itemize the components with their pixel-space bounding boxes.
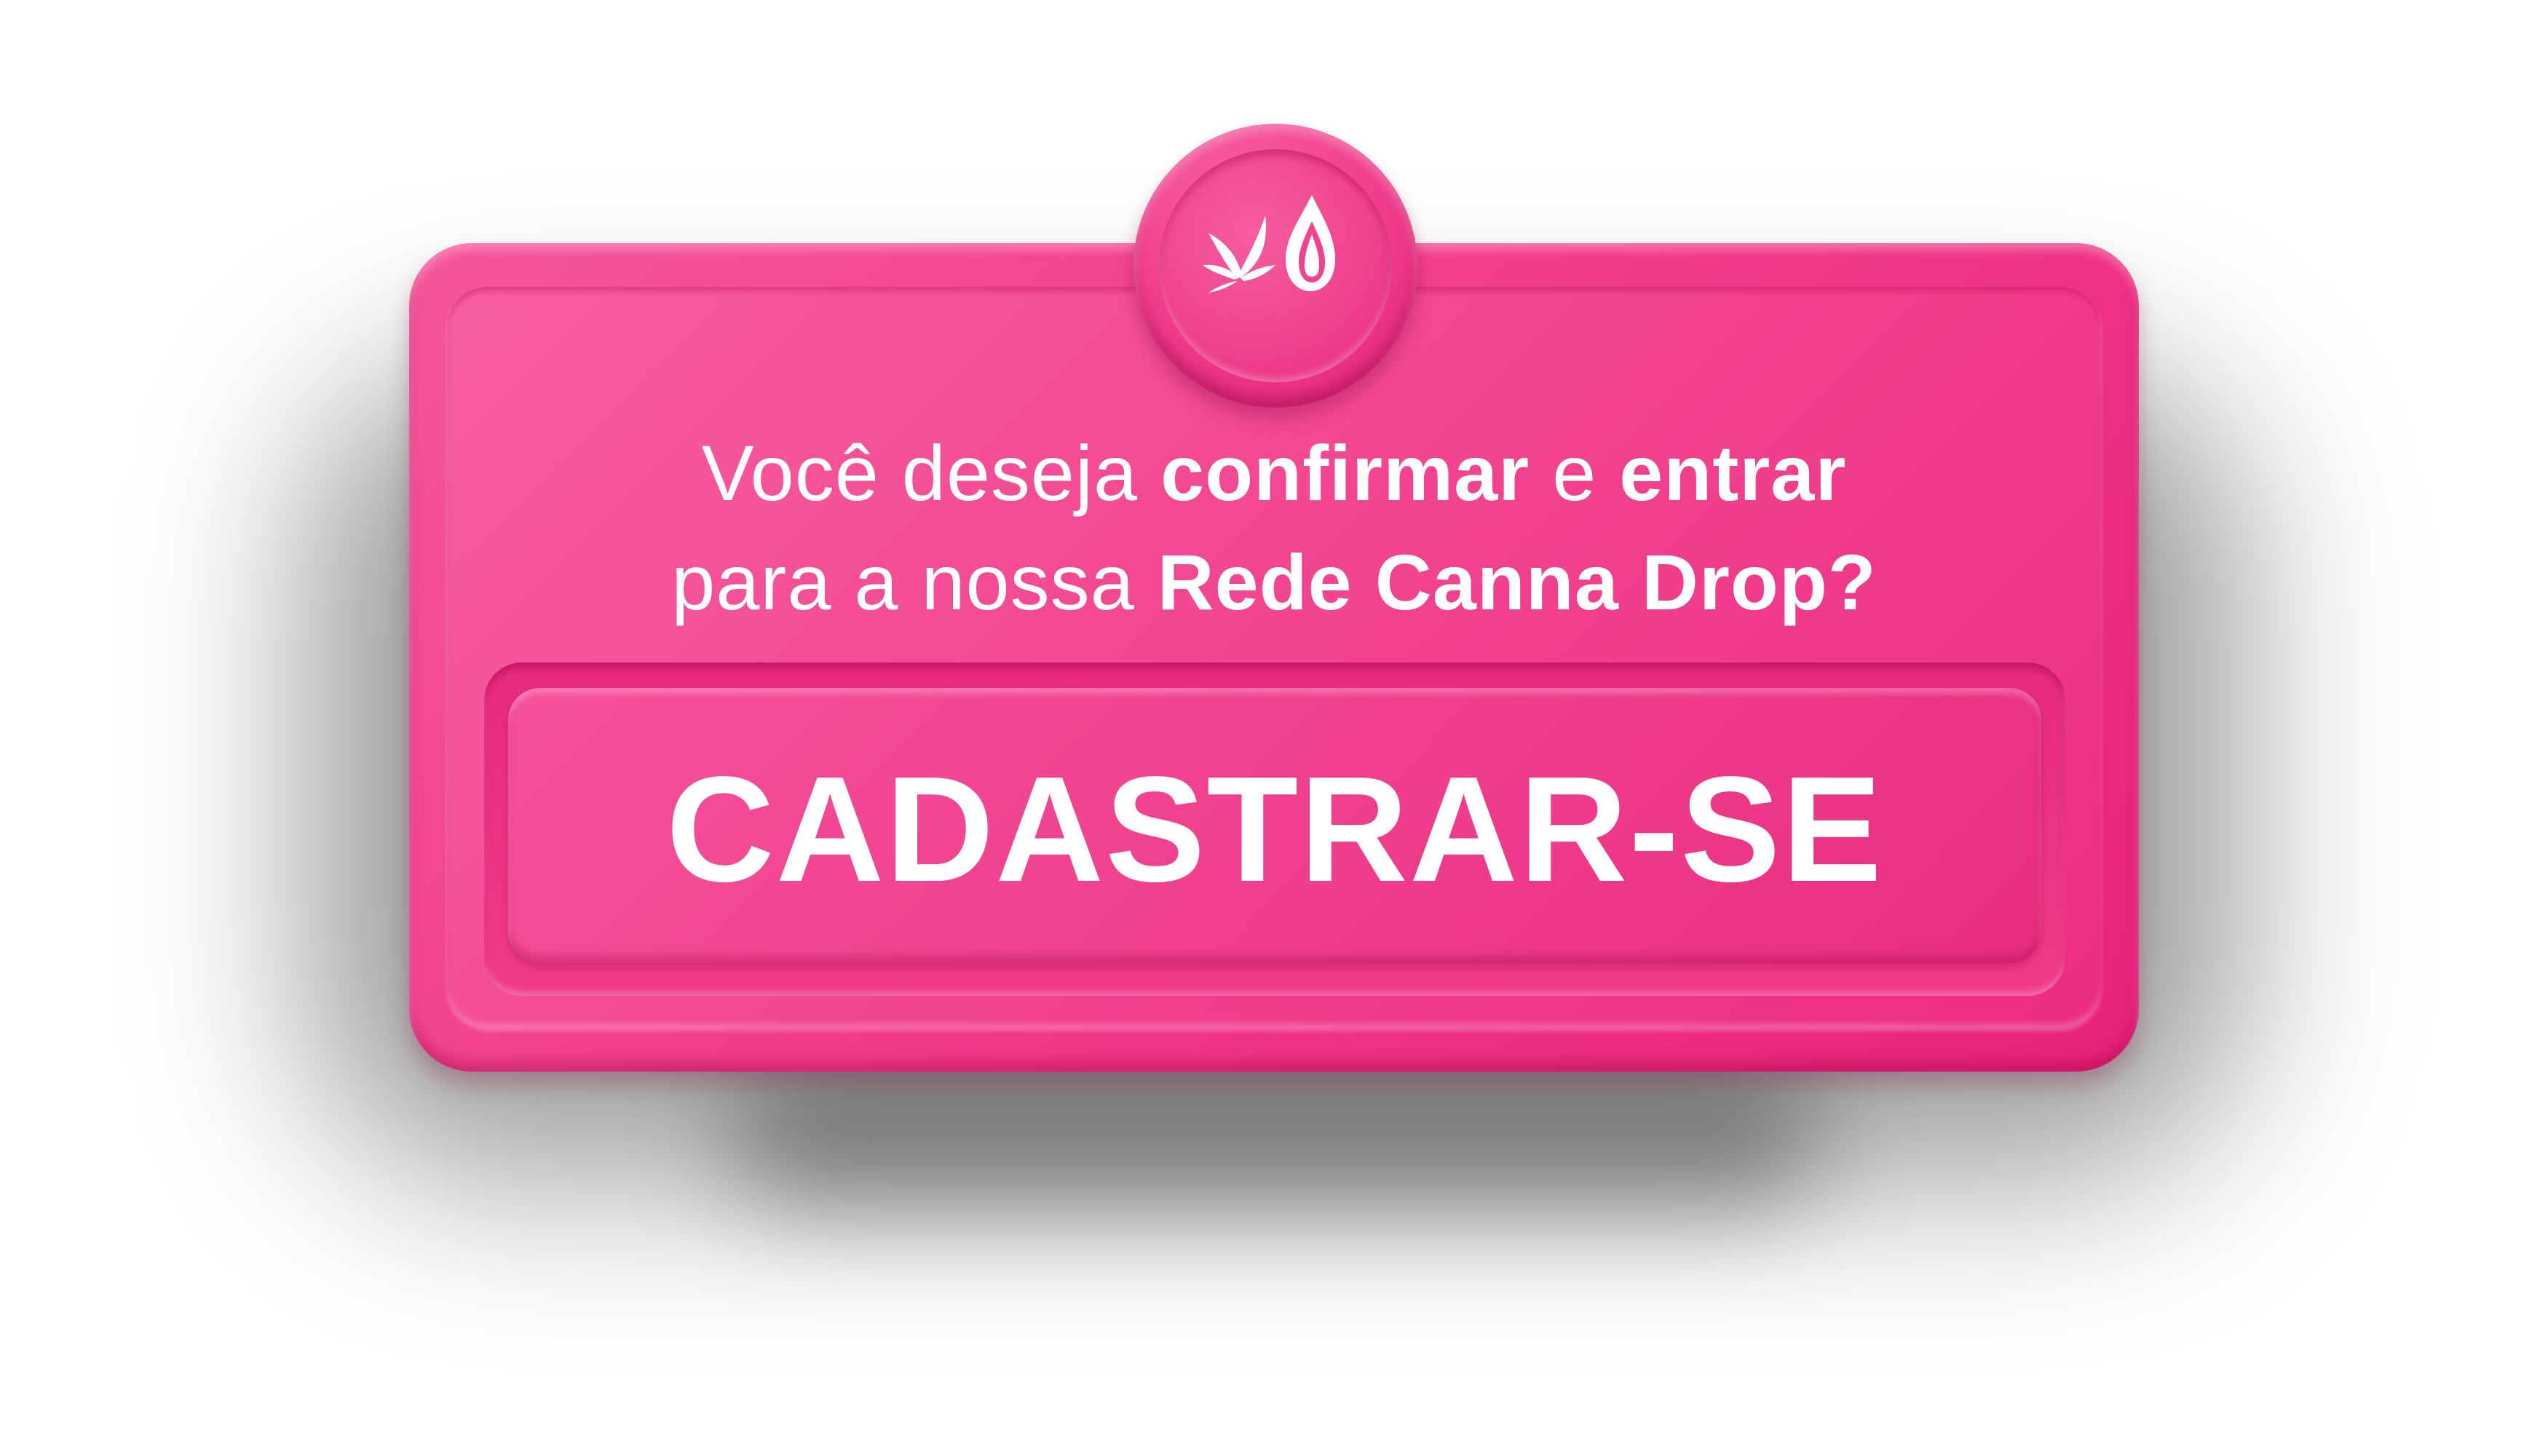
signup-prompt-stage: Você deseja confirmar e entrar para a no… (0, 0, 2548, 1456)
question-text: Você deseja (701, 429, 1161, 517)
question-line-2: para a nossa Rede Canna Drop? (0, 528, 2548, 637)
card-shadow-bottom (728, 1063, 1820, 1208)
question-line-1: Você deseja confirmar e entrar (0, 419, 2548, 528)
question-emphasis: confirmar (1160, 429, 1530, 517)
network-name: Rede Canna Drop? (1157, 538, 1877, 626)
canna-drop-logo-icon (1203, 195, 1335, 293)
signup-button-label: CADASTRAR-SE (666, 745, 1883, 913)
question-text: e (1530, 429, 1620, 517)
question-emphasis: entrar (1619, 429, 1847, 517)
signup-button[interactable]: CADASTRAR-SE (508, 688, 2041, 963)
question-text: para a nossa (671, 538, 1158, 626)
